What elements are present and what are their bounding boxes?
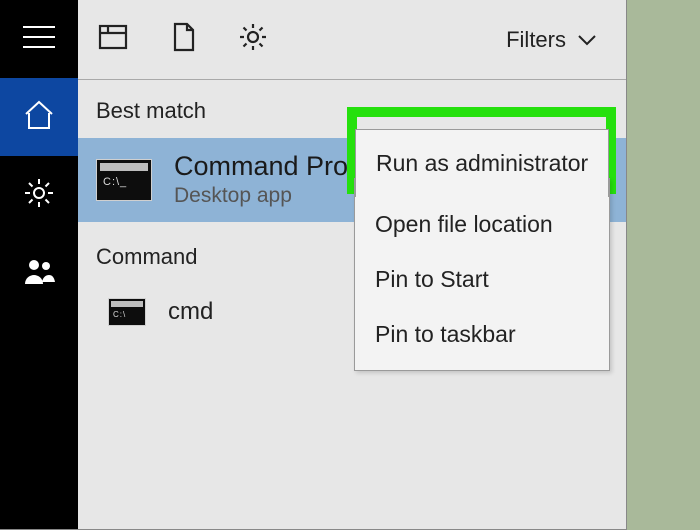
- home-icon: [22, 98, 56, 137]
- sidebar: [0, 0, 78, 529]
- filters-dropdown[interactable]: Filters: [506, 27, 598, 53]
- sidebar-item-hamburger[interactable]: [0, 0, 78, 78]
- people-icon: [22, 254, 56, 293]
- context-pin-to-taskbar[interactable]: Pin to taskbar: [355, 307, 609, 362]
- start-search-panel: Filters Best match C:\_ Command Prompt D…: [0, 0, 627, 530]
- content-area: Filters Best match C:\_ Command Prompt D…: [78, 0, 626, 529]
- context-open-file-location[interactable]: Open file location: [355, 197, 609, 252]
- sidebar-item-home[interactable]: [0, 78, 78, 156]
- cmd-icon: C:\: [108, 298, 146, 326]
- filters-label: Filters: [506, 27, 566, 53]
- hamburger-icon: [21, 23, 57, 56]
- gear-icon: [22, 176, 56, 215]
- filter-apps-button[interactable]: [96, 23, 130, 57]
- results-area: Best match C:\_ Command Prompt Desktop a…: [78, 80, 626, 529]
- sidebar-item-people[interactable]: [0, 234, 78, 312]
- document-icon: [167, 21, 199, 58]
- sidebar-item-settings[interactable]: [0, 156, 78, 234]
- gear-icon: [237, 21, 269, 58]
- topbar: Filters: [78, 0, 626, 80]
- filter-settings-button[interactable]: [236, 23, 270, 57]
- filter-documents-button[interactable]: [166, 23, 200, 57]
- context-menu: Run as administrator Open file location …: [354, 178, 610, 371]
- cmd-title: cmd: [168, 298, 213, 326]
- chevron-down-icon: [576, 29, 598, 51]
- window-icon: [97, 21, 129, 58]
- context-pin-to-start[interactable]: Pin to Start: [355, 252, 609, 307]
- cmd-prompt-icon: C:\_: [96, 159, 152, 201]
- context-run-as-admin[interactable]: Run as administrator: [355, 129, 609, 197]
- topbar-filter-icons: [96, 23, 270, 57]
